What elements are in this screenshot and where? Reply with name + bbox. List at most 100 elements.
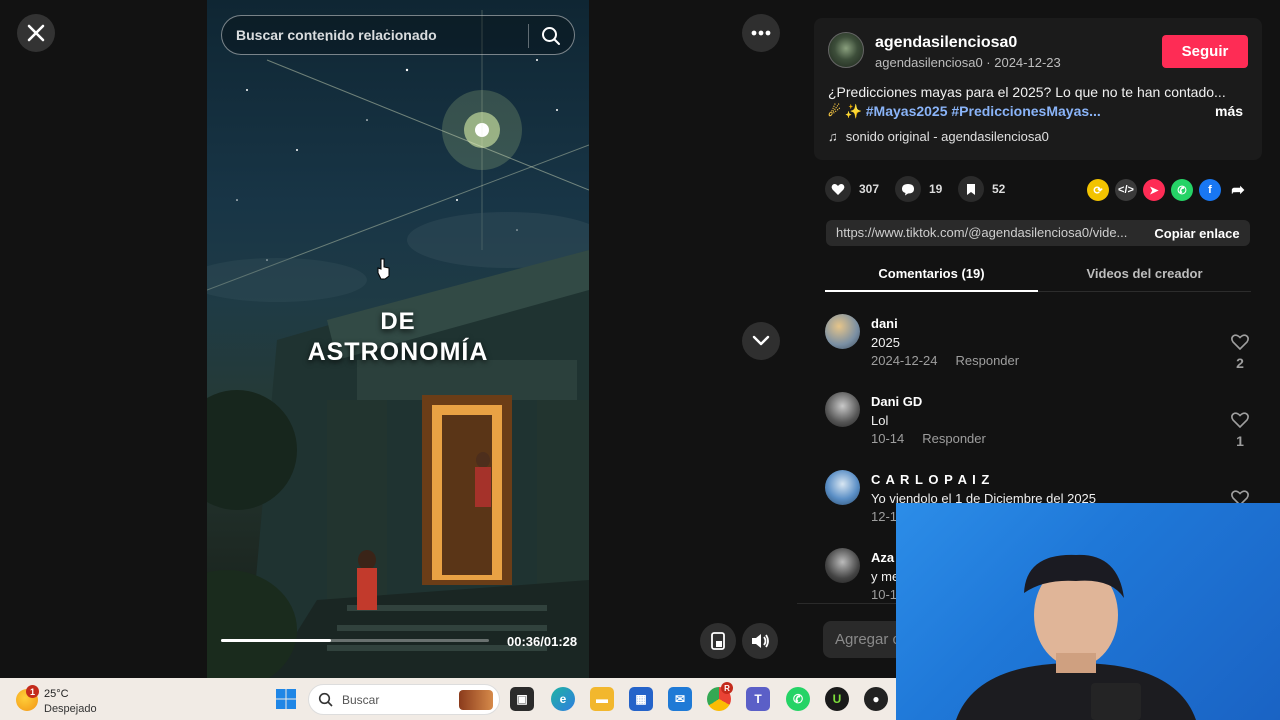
windows-taskbar: 1 25°C Despejado Buscar ▣ e ▬ ▦ ✉ R T ✆ …	[0, 678, 896, 720]
reply-button[interactable]: Responder	[922, 431, 986, 446]
comment-username[interactable]: C A R L O P A I Z	[871, 472, 990, 487]
more-dots-icon	[751, 30, 771, 36]
taskbar-search[interactable]: Buscar	[308, 684, 500, 715]
sound-label: sonido original - agendasilenciosa0	[845, 129, 1049, 144]
like-action[interactable]: 307	[825, 176, 879, 202]
comment-date: 2024-12-24	[871, 353, 938, 368]
heart-outline-icon	[1231, 412, 1249, 429]
hashtags-text[interactable]: #Mayas2025 #PrediccionesMayas...	[866, 103, 1101, 119]
active-tab-indicator	[825, 290, 1038, 292]
windows-start-icon[interactable]	[275, 688, 297, 710]
comment-count: 19	[929, 182, 943, 196]
mouse-cursor-icon	[377, 258, 390, 280]
reply-button[interactable]: Responder	[956, 353, 1020, 368]
microsoft-store-icon[interactable]: ▦	[629, 687, 653, 711]
comment-date: 10-1	[871, 587, 898, 602]
repost-icon[interactable]: ⟳	[1087, 179, 1109, 201]
chevron-down-icon	[752, 335, 770, 346]
next-video-button[interactable]	[742, 322, 780, 360]
close-button[interactable]	[17, 14, 55, 52]
violin-search-highlight-icon	[459, 690, 493, 710]
person-on-webcam-image	[956, 554, 1196, 720]
post-sound[interactable]: ♫ sonido original - agendasilenciosa0	[828, 129, 1049, 144]
share-arrow-icon[interactable]: ➦	[1227, 179, 1249, 201]
close-icon	[27, 24, 45, 42]
commenter-avatar[interactable]	[825, 470, 860, 505]
video-stage: Buscar contenido relacionado DE ASTRONOM…	[0, 0, 797, 678]
share-url[interactable]: https://www.tiktok.com/@agendasilenciosa…	[836, 225, 1134, 240]
follow-button[interactable]: Seguir	[1162, 35, 1248, 68]
edge-browser-icon[interactable]: e	[551, 687, 575, 711]
more-text-button[interactable]: más	[1215, 103, 1243, 119]
save-action[interactable]: 52	[958, 176, 1005, 202]
speaker-icon	[752, 634, 769, 648]
author-avatar[interactable]	[828, 32, 864, 68]
comment-text: 2025	[871, 335, 900, 350]
volume-button[interactable]	[742, 623, 778, 659]
comment-meta: 2024-12-24 Responder	[871, 353, 1019, 368]
comment-text: y me	[871, 569, 900, 584]
search-divider	[528, 24, 529, 48]
related-search-placeholder: Buscar contenido relacionado	[236, 27, 437, 43]
whatsapp-icon[interactable]: ✆	[1171, 179, 1193, 201]
add-comment-placeholder: Agregar c	[835, 631, 901, 648]
weather-widget[interactable]: 1 25°C Despejado	[16, 683, 106, 715]
search-icon	[318, 692, 333, 707]
comment-like[interactable]: 2	[1229, 334, 1251, 371]
more-options-button[interactable]	[742, 14, 780, 52]
author-name[interactable]: agendasilenciosa0	[875, 34, 1017, 52]
post-description: ¿Predicciones mayas para el 2025? Lo que…	[828, 84, 1226, 100]
comment-date: 12-1	[871, 509, 898, 524]
comment-meta: 12-1	[871, 509, 897, 524]
chrome-profile-badge: R	[721, 682, 733, 694]
comment-meta: 10-14 Responder	[871, 431, 986, 446]
comment-username[interactable]: Dani GD	[871, 394, 922, 409]
send-to-friends-icon[interactable]: ➤	[1143, 179, 1165, 201]
video-progress-bar[interactable]	[221, 639, 489, 642]
comment-like-count: 1	[1236, 433, 1244, 449]
comment-meta: 10-1	[871, 587, 897, 602]
comment-username[interactable]: dani	[871, 316, 898, 331]
weather-notification-badge: 1	[26, 685, 39, 698]
video-time: 00:36/01:28	[507, 634, 578, 649]
author-subtitle: agendasilenciosa0 · 2024-12-23	[875, 55, 1061, 70]
commenter-avatar[interactable]	[825, 548, 860, 583]
copy-link-button[interactable]: Copiar enlace	[1144, 220, 1250, 246]
comment-like[interactable]: 1	[1229, 412, 1251, 449]
like-count: 307	[859, 182, 880, 196]
picture-in-picture-icon	[711, 632, 725, 650]
task-view-icon[interactable]: ▣	[510, 687, 534, 711]
tab-creator-videos[interactable]: Videos del creador	[1038, 266, 1251, 281]
app-root: Buscar contenido relacionado DE ASTRONOM…	[0, 0, 1280, 720]
comet-emoji-icon: ☄ ✨	[828, 103, 866, 119]
webcam-overlay	[896, 503, 1280, 720]
bookmark-icon	[958, 176, 984, 202]
weather-condition: Despejado	[44, 703, 97, 715]
commenter-avatar[interactable]	[825, 392, 860, 427]
comment-action[interactable]: 19	[895, 176, 942, 202]
file-explorer-icon[interactable]: ▬	[590, 687, 614, 711]
related-search-bar[interactable]: Buscar contenido relacionado	[221, 15, 575, 55]
commenter-avatar[interactable]	[825, 314, 860, 349]
upwork-icon[interactable]: U	[825, 687, 849, 711]
music-note-icon: ♫	[828, 129, 838, 144]
comment-username[interactable]: Aza	[871, 550, 894, 565]
chrome-browser-icon[interactable]: R	[707, 682, 733, 711]
tab-comments[interactable]: Comentarios (19)	[825, 266, 1038, 281]
video-overlay-text-line1: DE	[380, 308, 416, 335]
post-info-card: agendasilenciosa0 agendasilenciosa0 · 20…	[814, 18, 1262, 160]
facebook-icon[interactable]: f	[1199, 179, 1221, 201]
engagement-bar: 307 19 52 ⟳ </> ➤ ✆ f ➦	[825, 176, 1265, 204]
video-overlay-text-line2: ASTRONOMÍA	[307, 338, 489, 366]
embed-code-icon[interactable]: </>	[1115, 179, 1137, 201]
floating-player-button[interactable]	[700, 623, 736, 659]
search-icon[interactable]	[540, 25, 562, 47]
teams-icon[interactable]: T	[746, 687, 770, 711]
video-player[interactable]: Buscar contenido relacionado DE ASTRONOM…	[207, 0, 589, 678]
post-hashtags[interactable]: ☄ ✨ #Mayas2025 #PrediccionesMayas...	[828, 103, 1101, 120]
comment-like-count: 2	[1236, 355, 1244, 371]
app-icon[interactable]: ●	[864, 687, 888, 711]
heart-outline-icon	[1231, 334, 1249, 351]
mail-icon[interactable]: ✉	[668, 687, 692, 711]
whatsapp-taskbar-icon[interactable]: ✆	[786, 687, 810, 711]
